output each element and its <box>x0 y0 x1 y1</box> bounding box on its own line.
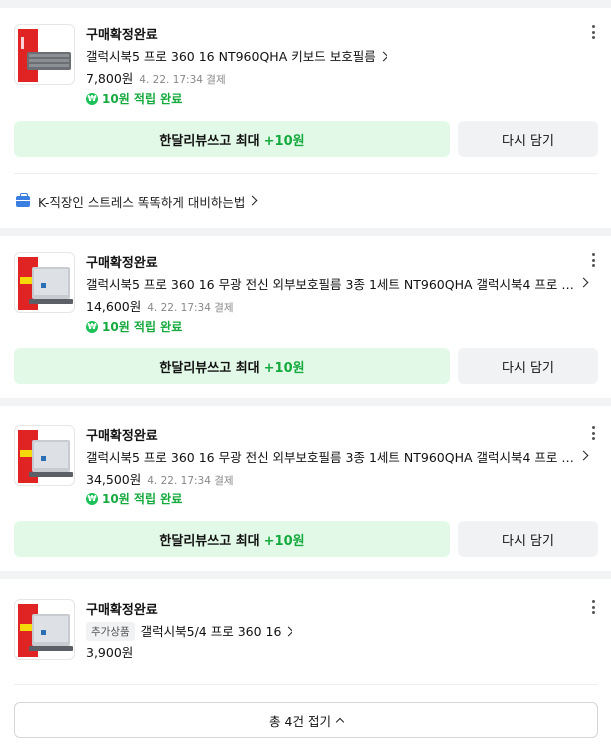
price: 34,500원 <box>86 472 142 487</box>
review-label: 한달리뷰쓰고 최대 <box>159 133 260 149</box>
promo-text: K-직장인 스트레스 똑똑하게 대비하는법 <box>38 195 246 210</box>
price: 3,900원 <box>86 645 134 660</box>
collapse-label: 총 4건 접기 <box>269 713 331 729</box>
price-line: 14,600원 4. 22. 17:34 결제 <box>86 296 234 315</box>
write-review-button[interactable]: 한달리뷰쓰고 최대 +10원 <box>14 521 450 557</box>
review-label: 한달리뷰쓰고 최대 <box>159 360 260 376</box>
chevron-right-icon <box>284 626 293 637</box>
briefcase-icon <box>16 193 30 207</box>
product-title: 갤럭시북5/4 프로 360 16 <box>140 624 282 639</box>
chevron-up-icon <box>335 717 345 727</box>
product-thumbnail[interactable] <box>14 425 75 486</box>
review-reward: +10원 <box>263 360 305 376</box>
payment-date: 4. 22. 17:34 결제 <box>139 74 226 86</box>
product-thumbnail[interactable] <box>14 599 75 660</box>
price-line: 7,800원 4. 22. 17:34 결제 <box>86 68 226 87</box>
price-line: 34,500원 4. 22. 17:34 결제 <box>86 469 234 488</box>
review-reward: +10원 <box>263 533 305 549</box>
point-coin-icon: ₩ <box>86 92 98 105</box>
order-status: 구매확정완료 <box>86 603 158 618</box>
order-status: 구매확정완료 <box>86 429 158 444</box>
more-options-icon[interactable] <box>590 426 596 440</box>
point-text: 10원 적립 완료 <box>102 92 183 106</box>
add-to-cart-again-button[interactable]: 다시 담기 <box>458 521 598 557</box>
more-options-icon[interactable] <box>590 600 596 614</box>
payment-date: 4. 22. 17:34 결제 <box>147 475 234 487</box>
keyboard-film-image <box>18 29 71 82</box>
point-status: ₩10원 적립 완료 <box>86 90 182 107</box>
body-film-image <box>18 430 73 483</box>
point-text: 10원 적립 완료 <box>102 492 183 506</box>
write-review-button[interactable]: 한달리뷰쓰고 최대 +10원 <box>14 121 450 157</box>
point-text: 10원 적립 완료 <box>102 320 183 334</box>
point-status: ₩10원 적립 완료 <box>86 318 182 335</box>
divider <box>14 684 598 685</box>
point-status: ₩10원 적립 완료 <box>86 490 182 507</box>
product-title[interactable]: 갤럭시북5 프로 360 16 무광 전신 외부보호필름 3종 1세트 NT96… <box>86 274 574 293</box>
order-status: 구매확정완료 <box>86 28 158 43</box>
body-film-image <box>18 257 73 310</box>
product-title: 갤럭시북5 프로 360 16 NT960QHA 키보드 보호필름 <box>86 49 376 64</box>
collapse-orders-button[interactable]: 총 4건 접기 <box>14 702 598 738</box>
product-title-link[interactable]: 추가상품 갤럭시북5/4 프로 360 16 <box>86 621 293 642</box>
payment-date: 4. 22. 17:34 결제 <box>147 302 234 314</box>
product-thumbnail[interactable] <box>14 252 75 313</box>
order-status: 구매확정완료 <box>86 256 158 271</box>
price: 7,800원 <box>86 71 134 86</box>
more-options-icon[interactable] <box>590 25 596 39</box>
product-title[interactable]: 갤럭시북5 프로 360 16 무광 전신 외부보호필름 3종 1세트 NT96… <box>86 447 574 466</box>
body-film-image <box>18 604 73 657</box>
add-to-cart-again-button[interactable]: 다시 담기 <box>458 348 598 384</box>
review-reward: +10원 <box>263 133 305 149</box>
price-line: 3,900원 <box>86 642 133 661</box>
write-review-button[interactable]: 한달리뷰쓰고 최대 +10원 <box>14 348 450 384</box>
product-title-link[interactable]: 갤럭시북5 프로 360 16 NT960QHA 키보드 보호필름 <box>86 46 387 65</box>
product-thumbnail[interactable] <box>14 24 75 85</box>
point-coin-icon: ₩ <box>86 492 98 505</box>
promo-link[interactable]: K-직장인 스트레스 똑똑하게 대비하는법 <box>16 192 258 211</box>
chevron-right-icon <box>378 51 387 62</box>
price: 14,600원 <box>86 299 142 314</box>
additional-item-tag: 추가상품 <box>86 622 135 641</box>
chevron-right-icon <box>247 195 258 206</box>
add-to-cart-again-button[interactable]: 다시 담기 <box>458 121 598 157</box>
point-coin-icon: ₩ <box>86 320 98 333</box>
divider <box>14 173 598 174</box>
review-label: 한달리뷰쓰고 최대 <box>159 533 260 549</box>
more-options-icon[interactable] <box>590 253 596 267</box>
